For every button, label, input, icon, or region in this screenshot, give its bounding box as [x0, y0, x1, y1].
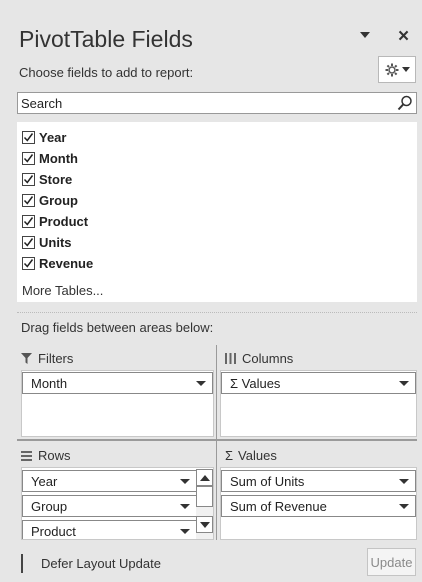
arrow-down-icon	[200, 522, 210, 528]
drag-hint-label: Drag fields between areas below:	[21, 320, 214, 335]
rows-item-product[interactable]: Product	[22, 520, 197, 539]
field-item-month[interactable]: Month	[22, 149, 78, 167]
search-input[interactable]	[18, 93, 388, 113]
columns-area-header: Columns	[225, 351, 293, 366]
rows-area-title: Rows	[38, 448, 71, 463]
values-item-sum-of-revenue[interactable]: Sum of Revenue	[221, 495, 416, 517]
field-checkbox[interactable]	[22, 151, 35, 165]
field-checkbox[interactable]	[22, 256, 35, 270]
field-list: Year Month Store Group Product Units Rev…	[17, 122, 417, 302]
rows-area-header: Rows	[21, 448, 71, 463]
area-item-label: Sum of Units	[230, 473, 305, 489]
rows-drop-area[interactable]: Year Group Product	[21, 467, 214, 540]
arrow-up-icon	[200, 475, 210, 481]
field-item-year[interactable]: Year	[22, 128, 66, 146]
area-item-label: Product	[31, 523, 76, 539]
values-area-title: Values	[238, 448, 277, 463]
chevron-down-icon[interactable]	[399, 504, 409, 509]
gear-icon	[385, 63, 398, 76]
field-item-group[interactable]: Group	[22, 191, 78, 209]
area-item-label: Year	[31, 473, 58, 489]
field-label: Store	[39, 171, 73, 187]
search-box[interactable]	[17, 92, 417, 114]
field-label: Group	[39, 192, 78, 208]
more-tables-link[interactable]: More Tables...	[22, 283, 103, 298]
filter-icon	[21, 353, 32, 364]
sigma-icon: Σ	[225, 448, 234, 463]
chevron-down-icon[interactable]	[399, 381, 409, 386]
filters-area-header: Filters	[21, 351, 73, 366]
field-label: Year	[39, 129, 67, 145]
filters-item-month[interactable]: Month	[22, 372, 213, 394]
rows-item-group[interactable]: Group	[22, 495, 197, 517]
scroll-down-button[interactable]	[196, 516, 213, 533]
columns-icon	[225, 353, 236, 364]
field-checkbox[interactable]	[22, 172, 35, 186]
columns-item-values[interactable]: Σ Values	[221, 372, 416, 394]
field-label: Revenue	[39, 255, 94, 271]
search-icon[interactable]	[397, 95, 413, 111]
scroll-up-button[interactable]	[196, 469, 213, 486]
choose-fields-label: Choose fields to add to report:	[19, 65, 194, 80]
chevron-down-icon[interactable]	[180, 529, 190, 534]
area-item-label: Sum of Revenue	[230, 498, 327, 514]
chevron-down-icon[interactable]	[180, 504, 190, 509]
field-item-product[interactable]: Product	[22, 212, 88, 230]
rows-icon	[21, 450, 32, 461]
scroll-thumb[interactable]	[196, 486, 213, 507]
pane-divider[interactable]	[17, 312, 417, 313]
defer-layout-checkbox[interactable]	[21, 554, 23, 573]
area-separator-vertical[interactable]	[216, 345, 217, 540]
values-item-sum-of-units[interactable]: Sum of Units	[221, 470, 416, 492]
rows-scrollbar[interactable]	[196, 469, 213, 539]
field-item-revenue[interactable]: Revenue	[22, 254, 93, 272]
area-item-label: Month	[31, 375, 68, 391]
chevron-down-icon[interactable]	[196, 381, 206, 386]
field-checkbox[interactable]	[22, 214, 35, 228]
area-separator-horizontal[interactable]	[17, 439, 417, 441]
area-item-label: Group	[31, 498, 68, 514]
close-button[interactable]: ×	[398, 26, 409, 48]
field-item-units[interactable]: Units	[22, 233, 72, 251]
field-checkbox[interactable]	[22, 193, 35, 207]
defer-layout-label[interactable]: Defer Layout Update	[41, 556, 161, 571]
chevron-down-icon[interactable]	[399, 479, 409, 484]
area-item-label: Σ Values	[230, 375, 281, 391]
panel-title: PivotTable Fields	[19, 26, 193, 52]
update-button[interactable]: Update	[367, 548, 416, 576]
field-checkbox[interactable]	[22, 130, 35, 144]
chevron-down-icon[interactable]	[180, 479, 190, 484]
filters-area-title: Filters	[38, 351, 74, 366]
task-pane-options-dropdown-icon[interactable]	[360, 32, 370, 38]
field-label: Units	[39, 234, 72, 250]
field-label: Month	[39, 150, 78, 166]
chevron-down-icon	[401, 66, 410, 72]
tools-button[interactable]	[378, 56, 416, 83]
field-checkbox[interactable]	[22, 235, 35, 249]
field-label: Product	[39, 213, 89, 229]
field-item-store[interactable]: Store	[22, 170, 72, 188]
values-area-header: Σ Values	[225, 448, 277, 463]
columns-area-title: Columns	[242, 351, 294, 366]
rows-item-year[interactable]: Year	[22, 470, 197, 492]
